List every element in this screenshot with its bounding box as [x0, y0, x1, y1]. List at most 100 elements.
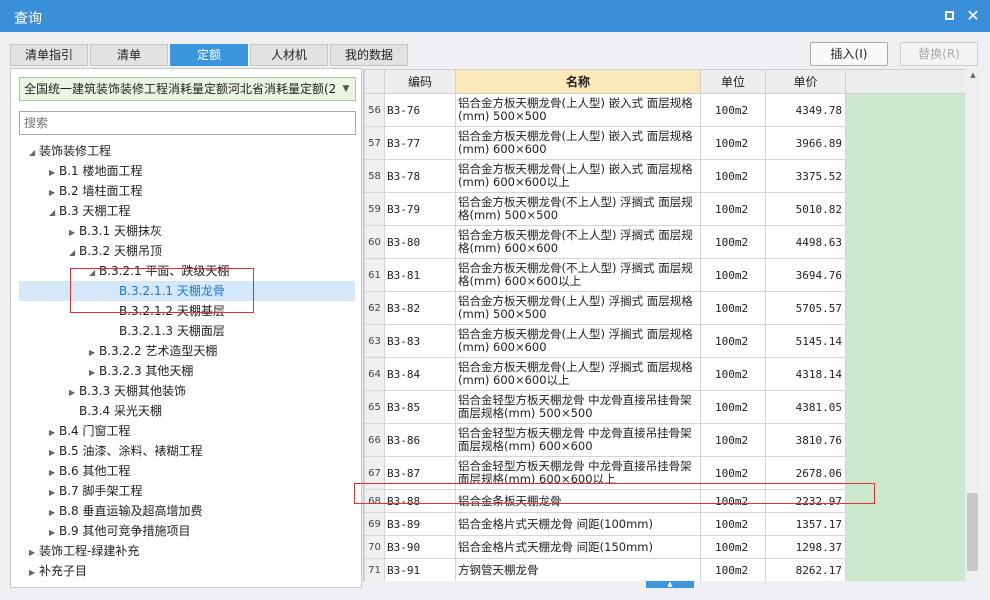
tab-labor-material-machine[interactable]: 人材机 [250, 44, 328, 66]
table-row[interactable]: 59 B3-79 铝合金方板天棚龙骨(不上人型) 浮搁式 面层规格(mm) 500×… [364, 192, 965, 226]
caret-down-icon[interactable]: ◢ [29, 143, 39, 163]
unit-cell: 100m2 [700, 535, 766, 559]
caret-right-icon[interactable]: ▶ [29, 543, 39, 563]
row-number-cell: 71 [364, 558, 385, 581]
table-row[interactable]: 62 B3-82 铝合金方板天棚龙骨(上人型) 浮搁式 面层规格(mm) 500×5… [364, 291, 965, 325]
caret-right-icon[interactable]: ▶ [49, 423, 59, 443]
tree-item[interactable]: ▶ B.3.3 天棚其他装饰 [11, 381, 361, 401]
caret-right-icon[interactable]: ▶ [89, 343, 99, 363]
tree-item-label: B.3.4 采光天棚 [79, 404, 162, 418]
tree-item[interactable]: ▶ B.1 楼地面工程 [11, 161, 361, 181]
caret-right-icon[interactable]: ▶ [29, 563, 39, 583]
tree-item[interactable]: ▶ B.8 垂直运输及超高增加费 [11, 501, 361, 521]
header-code[interactable]: 编码 [384, 69, 456, 94]
extra-cell [845, 357, 965, 391]
caret-right-icon[interactable]: ▶ [49, 443, 59, 463]
caret-down-icon[interactable]: ◢ [49, 203, 59, 223]
tree-item[interactable]: ▶ B.5 油漆、涂料、裱糊工程 [11, 441, 361, 461]
extra-cell [845, 126, 965, 160]
replace-button[interactable]: 替换(R) [900, 42, 978, 66]
name-cell: 铝合金方板天棚龙骨(上人型) 浮搁式 面层规格(mm) 500×500 [455, 291, 701, 325]
tree-item[interactable]: ◢ 装饰装修工程 [11, 141, 361, 161]
table-row[interactable]: 65 B3-85 铝合金轻型方板天棚龙骨 中龙骨直接吊挂骨架 面层规格(mm) 50… [364, 390, 965, 424]
price-cell: 4349.78 [765, 93, 846, 127]
tree-item[interactable]: ▶ B.3.2.3 其他天棚 [11, 361, 361, 381]
caret-right-icon[interactable]: ▶ [69, 383, 79, 403]
table-row[interactable]: 57 B3-77 铝合金方板天棚龙骨(上人型) 嵌入式 面层规格(mm) 600×6… [364, 126, 965, 160]
caret-right-icon[interactable]: ▶ [69, 223, 79, 243]
tab-my-data[interactable]: 我的数据 [330, 44, 408, 66]
tree-item[interactable]: ▶ 装饰工程-绿建补充 [11, 541, 361, 561]
scrollbar-thumb[interactable] [967, 493, 978, 571]
table-row[interactable]: 63 B3-83 铝合金方板天棚龙骨(上人型) 浮搁式 面层规格(mm) 600×6… [364, 324, 965, 358]
unit-cell: 100m2 [700, 357, 766, 391]
search-input[interactable] [19, 111, 356, 135]
tree-item[interactable]: ▶ B.3.1 天棚抹灰 [11, 221, 361, 241]
tree-item[interactable]: ▶ B.7 脚手架工程 [11, 481, 361, 501]
code-cell: B3-85 [384, 390, 456, 424]
table-row[interactable]: 70 B3-90 铝合金格片式天棚龙骨 间距(150mm) 100m2 1298.37 [364, 535, 965, 559]
caret-right-icon[interactable]: ▶ [49, 463, 59, 483]
table-row[interactable]: 66 B3-86 铝合金轻型方板天棚龙骨 中龙骨直接吊挂骨架 面层规格(mm) 60… [364, 423, 965, 457]
tree-item[interactable]: ◢ B.3 天棚工程 [11, 201, 361, 221]
table-row[interactable]: 71 B3-91 方钢管天棚龙骨 100m2 8262.17 [364, 558, 965, 581]
close-icon[interactable]: ✕ [964, 7, 982, 25]
tab-quota[interactable]: 定额 [170, 44, 248, 66]
extra-cell [845, 324, 965, 358]
row-number-cell: 61 [364, 258, 385, 292]
tree-item-label: B.3.2.1.3 天棚面层 [119, 324, 225, 338]
caret-right-icon[interactable]: ▶ [49, 523, 59, 543]
table-row[interactable]: 56 B3-76 铝合金方板天棚龙骨(上人型) 嵌入式 面层规格(mm) 500×5… [364, 93, 965, 127]
tree-item-label: 装饰工程-绿建补充 [39, 544, 140, 558]
extra-cell [845, 512, 965, 536]
caret-right-icon[interactable]: ▶ [49, 163, 59, 183]
caret-right-icon[interactable]: ▶ [49, 483, 59, 503]
header-price[interactable]: 单价 [765, 69, 846, 94]
tree-item[interactable]: B.3.4 采光天棚 [11, 401, 361, 421]
extra-cell [845, 93, 965, 127]
grid-scrollbar[interactable]: ▲ [965, 69, 981, 581]
table-row[interactable]: 60 B3-80 铝合金方板天棚龙骨(不上人型) 浮搁式 面层规格(mm) 600×… [364, 225, 965, 259]
table-row[interactable]: 61 B3-81 铝合金方板天棚龙骨(不上人型) 浮搁式 面层规格(mm) 600×… [364, 258, 965, 292]
tree-item-label: B.9 其他可竞争措施项目 [59, 524, 191, 538]
code-cell: B3-80 [384, 225, 456, 259]
unit-cell: 100m2 [700, 258, 766, 292]
quota-table: 编码 名称 单位 单价 56 B3-76 铝合金方板天棚龙骨(上人型) 嵌入式 面层… [364, 69, 965, 581]
code-cell: B3-83 [384, 324, 456, 358]
tree-item[interactable]: ◢ B.3.2 天棚吊顶 [11, 241, 361, 261]
tree-item[interactable]: ▶ B.4 门窗工程 [11, 421, 361, 441]
header-name[interactable]: 名称 [455, 69, 701, 94]
unit-cell: 100m2 [700, 126, 766, 160]
caret-right-icon[interactable]: ▶ [49, 503, 59, 523]
tree-item[interactable]: ▶ 补充子目 [11, 561, 361, 581]
insert-button[interactable]: 插入(I) [810, 42, 888, 66]
scroll-up-icon[interactable]: ▲ [965, 69, 981, 81]
row-number-cell: 69 [364, 512, 385, 536]
row-number-cell: 59 [364, 192, 385, 226]
caret-right-icon[interactable]: ▶ [49, 183, 59, 203]
header-unit[interactable]: 单位 [700, 69, 766, 94]
caret-down-icon[interactable]: ◢ [69, 243, 79, 263]
tree-item[interactable]: B.3.2.1.3 天棚面层 [11, 321, 361, 341]
tree-item[interactable]: ▶ B.3.2.2 艺术造型天棚 [11, 341, 361, 361]
tree-item-label: B.3 天棚工程 [59, 204, 131, 218]
row-number-cell: 62 [364, 291, 385, 325]
table-row[interactable]: 64 B3-84 铝合金方板天棚龙骨(上人型) 浮搁式 面层规格(mm) 600×6… [364, 357, 965, 391]
code-cell: B3-91 [384, 558, 456, 581]
chevron-down-icon[interactable]: ▼ [337, 78, 355, 100]
restore-icon[interactable] [940, 7, 958, 25]
tree-item[interactable]: ▶ B.6 其他工程 [11, 461, 361, 481]
quota-library-select[interactable]: 全国统一建筑装饰装修工程消耗量定额河北省消耗量定额(20 ▼ [19, 77, 356, 101]
table-row[interactable]: 69 B3-89 铝合金格片式天棚龙骨 间距(100mm) 100m2 1357.17 [364, 512, 965, 536]
tree-item[interactable]: ▶ B.2 墙柱面工程 [11, 181, 361, 201]
price-cell: 4381.05 [765, 390, 846, 424]
caret-right-icon[interactable]: ▶ [89, 363, 99, 383]
header-extra [845, 69, 965, 94]
price-cell: 8262.17 [765, 558, 846, 581]
row-number-cell: 56 [364, 93, 385, 127]
tab-bill[interactable]: 清单 [90, 44, 168, 66]
collapse-handle-icon[interactable]: ▲ [646, 581, 694, 588]
table-row[interactable]: 58 B3-78 铝合金方板天棚龙骨(上人型) 嵌入式 面层规格(mm) 600×6… [364, 159, 965, 193]
tree-item[interactable]: ▶ B.9 其他可竞争措施项目 [11, 521, 361, 541]
tab-bill-guide[interactable]: 清单指引 [10, 44, 88, 66]
